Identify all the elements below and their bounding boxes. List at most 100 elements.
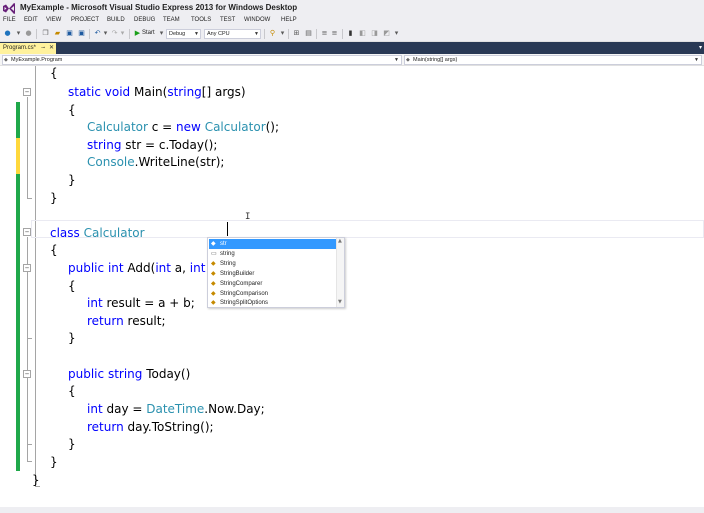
dropdown-arrow-icon[interactable]: ▾ [14, 29, 23, 38]
toolbar-separator [36, 29, 37, 39]
find-in-files-icon[interactable]: ⚲ [268, 29, 277, 38]
menu-build[interactable]: BUILD [107, 17, 125, 23]
code-token: string [107, 367, 143, 381]
collapse-class-toggle[interactable]: − [23, 228, 31, 236]
type-navigation-select[interactable]: ◆ MyExample.Program ▼ [2, 55, 402, 65]
open-folder-icon[interactable]: ▰ [53, 29, 62, 38]
code-token: { [68, 384, 76, 398]
chevron-down-icon: ▼ [394, 57, 399, 63]
close-icon[interactable]: ✕ [49, 43, 54, 53]
code-line-15: } [68, 329, 76, 347]
menu-tools[interactable]: TOOLS [191, 17, 211, 23]
code-token: class [50, 226, 80, 240]
code-line-21: } [50, 453, 58, 471]
redo-dropdown-icon[interactable]: ▾ [118, 29, 127, 38]
code-token: day = [102, 402, 147, 416]
scroll-down-icon[interactable]: ▼ [338, 299, 342, 305]
enum-icon: ◆ [211, 291, 216, 297]
properties-icon[interactable]: ▤ [304, 29, 313, 38]
class-icon: ◆ [211, 271, 216, 277]
collapse-main-toggle[interactable]: − [23, 88, 31, 96]
forward-icon[interactable]: ● [24, 29, 33, 38]
code-line-5: string str = c.Today(); [87, 136, 217, 154]
toolbar-separator [264, 29, 265, 39]
solution-configuration-select[interactable]: Debug ▼ [166, 29, 201, 39]
menu-debug[interactable]: DEBUG [134, 17, 155, 23]
completion-item[interactable]: ◆ StringComparison [209, 289, 337, 299]
previous-bookmark-icon[interactable]: ◧ [358, 29, 367, 38]
next-bookmark-icon[interactable]: ◨ [370, 29, 379, 38]
tab-list-dropdown-icon[interactable]: ▾ [699, 42, 702, 53]
code-token: c = [147, 120, 177, 134]
menu-view[interactable]: VIEW [46, 17, 61, 23]
undo-dropdown-icon[interactable]: ▾ [101, 29, 110, 38]
code-token: Add( [123, 261, 156, 275]
member-navigation-select[interactable]: ◆ Main(string[] args) ▼ [404, 55, 702, 65]
collapse-add-toggle[interactable]: − [23, 264, 31, 272]
menu-test[interactable]: TEST [220, 17, 235, 23]
solution-platform-select[interactable]: Any CPU ▼ [204, 29, 261, 39]
code-token: Calculator [204, 120, 266, 134]
code-token: string [87, 138, 122, 152]
menu-help[interactable]: HELP [281, 17, 297, 23]
change-marker-unsaved [16, 138, 20, 174]
completion-item-label: StringSplitOptions [220, 300, 269, 306]
code-editor[interactable]: − − − − { static void Main(string[] args… [0, 66, 704, 507]
code-token: return [87, 314, 124, 328]
start-dropdown-icon[interactable]: ▾ [157, 29, 166, 38]
local-variable-icon: ◆ [211, 241, 216, 247]
completion-item[interactable]: ◆ StringBuilder [209, 269, 337, 279]
menu-file[interactable]: FILE [3, 17, 16, 23]
code-line-10: { [50, 241, 58, 259]
collapse-today-toggle[interactable]: − [23, 370, 31, 378]
back-icon[interactable]: ● [3, 29, 12, 38]
menu-bar: FILE EDIT VIEW PROJECT BUILD DEBUG TEAM … [0, 16, 704, 26]
menu-team[interactable]: TEAM [163, 17, 180, 23]
clear-bookmarks-icon[interactable]: ◩ [382, 29, 391, 38]
scroll-up-icon[interactable]: ▲ [338, 238, 342, 244]
enum-icon: ◆ [211, 300, 216, 306]
intellisense-completion-list[interactable]: ◆ str ▭ string ◆ String ◆ StringBuilder … [207, 237, 345, 308]
completion-item-label: StringBuilder [220, 271, 255, 277]
member-navigation-value: Main(string[] args) [413, 57, 458, 63]
code-token: } [68, 331, 76, 345]
toolbar-options-icon[interactable]: ▾ [392, 29, 401, 38]
solution-explorer-icon[interactable]: ⊞ [292, 29, 301, 38]
bottom-edge [0, 507, 704, 513]
keyword-icon: ▭ [211, 251, 217, 257]
code-line-2: static void Main(string[] args) [68, 83, 246, 101]
start-debugging-icon[interactable]: ▶ [133, 29, 142, 38]
menu-window[interactable]: WINDOW [244, 17, 270, 23]
completion-item[interactable]: ◆ String [209, 259, 337, 269]
toolbar-separator [89, 29, 90, 39]
code-token: } [32, 473, 40, 487]
save-all-icon[interactable]: ▣ [77, 29, 86, 38]
completion-item[interactable]: ◆ StringSplitOptions [209, 299, 337, 307]
menu-edit[interactable]: EDIT [24, 17, 38, 23]
class-icon: ◆ [211, 281, 216, 287]
completion-item[interactable]: ◆ str [209, 239, 337, 249]
pin-icon[interactable]: ⊸ [41, 43, 45, 53]
save-icon[interactable]: ▣ [65, 29, 74, 38]
code-token: } [50, 191, 58, 205]
standard-toolbar: ● ▾ ● ❐ ▰ ▣ ▣ ↶ ▾ ↷ ▾ ▶ Start ▾ Debug ▼ … [0, 26, 704, 42]
code-line-22: } [32, 471, 40, 489]
comment-out-icon[interactable]: ≡ [320, 29, 329, 38]
completion-item[interactable]: ◆ StringComparer [209, 279, 337, 289]
new-project-icon[interactable]: ❐ [41, 29, 50, 38]
uncomment-icon[interactable]: ≡ [330, 29, 339, 38]
start-button-label[interactable]: Start [142, 30, 155, 36]
code-line-8: } [50, 189, 58, 207]
code-token: { [50, 66, 58, 80]
menu-project[interactable]: PROJECT [71, 17, 99, 23]
bookmark-icon[interactable]: ▮ [346, 29, 355, 38]
chevron-down-icon: ▼ [194, 31, 199, 37]
tab-program-cs[interactable]: Program.cs* ⊸ ✕ [0, 43, 56, 54]
code-navigation-bar: ◆ MyExample.Program ▼ ◆ Main(string[] ar… [0, 54, 704, 66]
code-token: day.ToString(); [123, 420, 214, 434]
code-token: static [68, 85, 101, 99]
completion-scrollbar[interactable]: ▲ ▼ [336, 238, 344, 307]
completion-item[interactable]: ▭ string [209, 249, 337, 259]
toolbar-overflow-icon[interactable]: ▾ [278, 29, 287, 38]
code-line-13: int result = a + b; [87, 294, 195, 312]
